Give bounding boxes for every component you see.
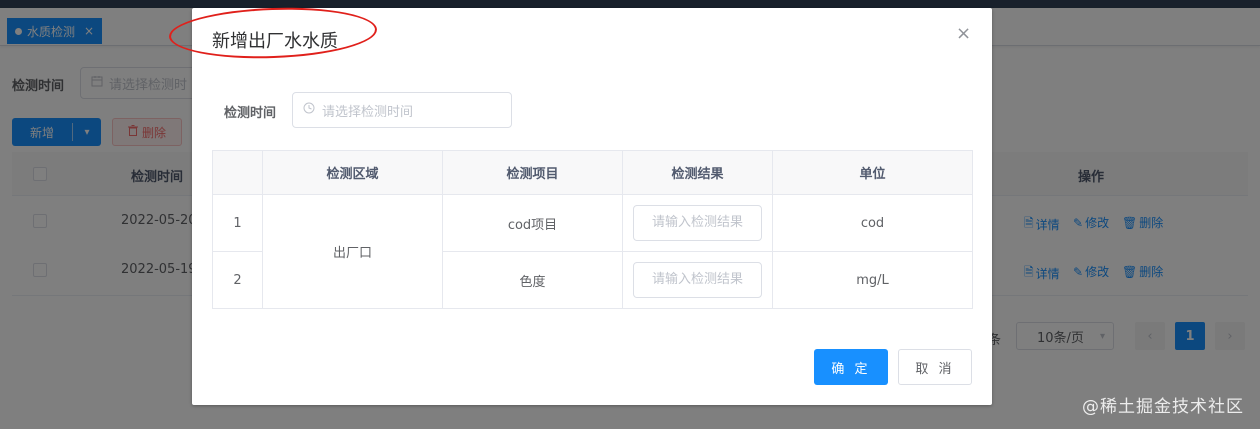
- row-unit: cod: [772, 194, 973, 252]
- time-picker-input[interactable]: 请选择检测时间: [292, 92, 512, 128]
- header-area: 检测区域: [262, 150, 443, 195]
- result-cell: 请输入检测结果: [622, 251, 773, 309]
- confirm-button[interactable]: 确 定: [814, 349, 888, 385]
- annotation-ellipse: [168, 4, 378, 62]
- clock-icon: [303, 102, 315, 118]
- time-field-label: 检测时间: [224, 106, 277, 121]
- cancel-button[interactable]: 取 消: [898, 349, 972, 385]
- header-item: 检测项目: [442, 150, 623, 195]
- row-index: 2: [212, 251, 263, 309]
- time-picker-placeholder: 请选择检测时间: [322, 104, 414, 120]
- row-item: cod项目: [442, 194, 623, 252]
- row-item: 色度: [442, 251, 623, 309]
- row-index: 1: [212, 194, 263, 252]
- result-cell: 请输入检测结果: [622, 194, 773, 252]
- result-input[interactable]: 请输入检测结果: [633, 262, 762, 298]
- close-icon[interactable]: ×: [956, 25, 971, 43]
- watermark: @稀土掘金技术社区: [1082, 397, 1244, 417]
- detection-table-header: 检测区域 检测项目 检测结果 单位: [212, 150, 973, 195]
- header-unit: 单位: [772, 150, 973, 195]
- detection-table: 检测区域 检测项目 检测结果 单位 1 出厂口 cod项目 请输入检测结果 co…: [212, 150, 973, 309]
- header-index: [212, 150, 263, 195]
- row-unit: mg/L: [772, 251, 973, 309]
- add-water-quality-dialog: 新增出厂水水质 × 检测时间 请选择检测时间 检测区域 检测项目 检测结果 单位…: [168, 4, 992, 405]
- result-input[interactable]: 请输入检测结果: [633, 205, 762, 241]
- area-cell: 出厂口: [262, 194, 443, 309]
- table-row: 1 出厂口 cod项目 请输入检测结果 cod: [212, 194, 973, 309]
- header-result: 检测结果: [622, 150, 773, 195]
